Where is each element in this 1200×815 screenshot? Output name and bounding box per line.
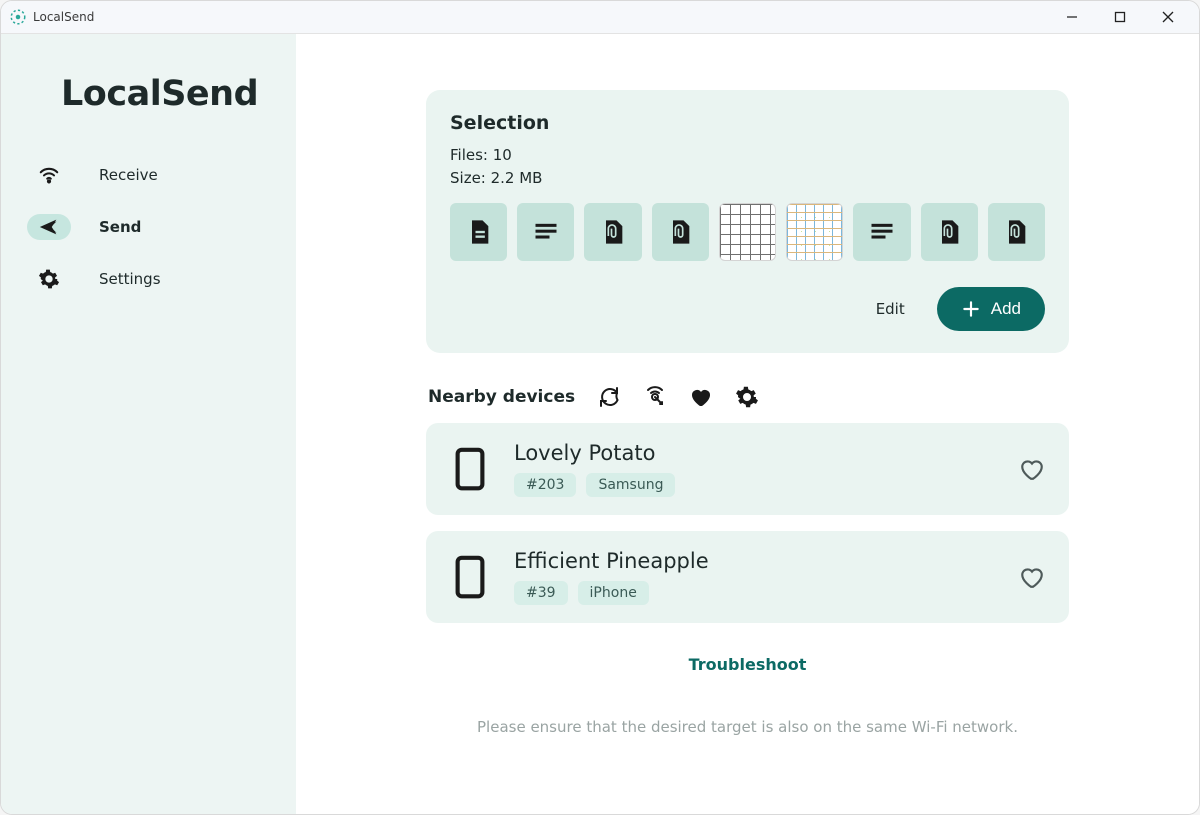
sidebar-item-settings[interactable]: Settings (19, 254, 296, 304)
scan-button[interactable] (643, 385, 667, 409)
sidebar-item-send[interactable]: Send (19, 202, 296, 252)
selection-title: Selection (450, 112, 1045, 134)
heart-outline-icon (1019, 564, 1045, 590)
device-code-chip: #39 (514, 581, 568, 605)
attach-icon (935, 218, 963, 246)
text-icon (868, 218, 896, 246)
attach-icon (599, 218, 627, 246)
phone-icon (448, 555, 492, 599)
attach-icon (666, 218, 694, 246)
brand: LocalSend (1, 74, 296, 150)
close-icon (1162, 11, 1174, 23)
sidebar-item-label: Receive (99, 166, 158, 184)
maximize-icon (1114, 11, 1126, 23)
wifi-icon (27, 162, 71, 188)
refresh-icon (597, 385, 621, 409)
minimize-icon (1066, 11, 1078, 23)
file-thumbnail[interactable] (517, 203, 574, 261)
heart-icon (689, 385, 713, 409)
window-controls (1049, 2, 1191, 32)
image-thumbnail-icon (720, 204, 775, 260)
selection-card: Selection Files: 10 Size: 2.2 MB Edit Ad… (426, 90, 1069, 353)
attach-icon (1002, 218, 1030, 246)
device-row[interactable]: Efficient Pineapple #39 iPhone (426, 531, 1069, 623)
device-list: Lovely Potato #203 Samsung Efficient Pin… (426, 423, 1069, 623)
doc-icon (465, 218, 493, 246)
phone-icon (448, 447, 492, 491)
nearby-title: Nearby devices (428, 387, 575, 407)
nav: Receive Send Settings (1, 150, 296, 304)
gear-icon (27, 266, 71, 292)
text-icon (532, 218, 560, 246)
radar-icon (643, 385, 667, 409)
heart-outline-icon (1019, 456, 1045, 482)
file-thumbnail[interactable] (652, 203, 709, 261)
add-button[interactable]: Add (937, 287, 1045, 331)
refresh-button[interactable] (597, 385, 621, 409)
app-window: LocalSend LocalSend (0, 0, 1200, 815)
minimize-button[interactable] (1049, 2, 1095, 32)
window-title: LocalSend (33, 10, 94, 24)
troubleshoot-link[interactable]: Troubleshoot (426, 655, 1069, 674)
main-content: Selection Files: 10 Size: 2.2 MB Edit Ad… (296, 34, 1199, 814)
nearby-settings-button[interactable] (735, 385, 759, 409)
favorites-button[interactable] (689, 385, 713, 409)
file-thumbnail[interactable] (786, 203, 843, 261)
app-icon (9, 8, 27, 26)
sidebar-item-receive[interactable]: Receive (19, 150, 296, 200)
file-thumbnail[interactable] (921, 203, 978, 261)
close-button[interactable] (1145, 2, 1191, 32)
file-thumbnail[interactable] (450, 203, 507, 261)
sidebar: LocalSend Receive Send (1, 34, 296, 814)
file-thumbnail[interactable] (988, 203, 1045, 261)
titlebar: LocalSend (1, 1, 1199, 34)
sidebar-item-label: Send (99, 218, 141, 236)
edit-button[interactable]: Edit (866, 294, 915, 324)
favorite-device-button[interactable] (1017, 562, 1047, 592)
device-platform-chip: iPhone (578, 581, 649, 605)
device-code-chip: #203 (514, 473, 576, 497)
selection-size: Size: 2.2 MB (450, 167, 1045, 190)
network-hint: Please ensure that the desired target is… (426, 718, 1069, 736)
plus-icon (961, 299, 981, 319)
favorite-device-button[interactable] (1017, 454, 1047, 484)
image-thumbnail-icon (787, 204, 842, 260)
selection-thumbnails (450, 203, 1045, 261)
device-row[interactable]: Lovely Potato #203 Samsung (426, 423, 1069, 515)
gear-icon (735, 385, 759, 409)
sidebar-item-label: Settings (99, 270, 161, 288)
add-button-label: Add (991, 299, 1021, 319)
maximize-button[interactable] (1097, 2, 1143, 32)
file-thumbnail[interactable] (719, 203, 776, 261)
device-platform-chip: Samsung (586, 473, 675, 497)
device-name: Lovely Potato (514, 441, 995, 465)
selection-files: Files: 10 (450, 144, 1045, 167)
send-icon (27, 214, 71, 240)
device-name: Efficient Pineapple (514, 549, 995, 573)
file-thumbnail[interactable] (853, 203, 910, 261)
nearby-header: Nearby devices (426, 385, 1069, 409)
file-thumbnail[interactable] (584, 203, 641, 261)
